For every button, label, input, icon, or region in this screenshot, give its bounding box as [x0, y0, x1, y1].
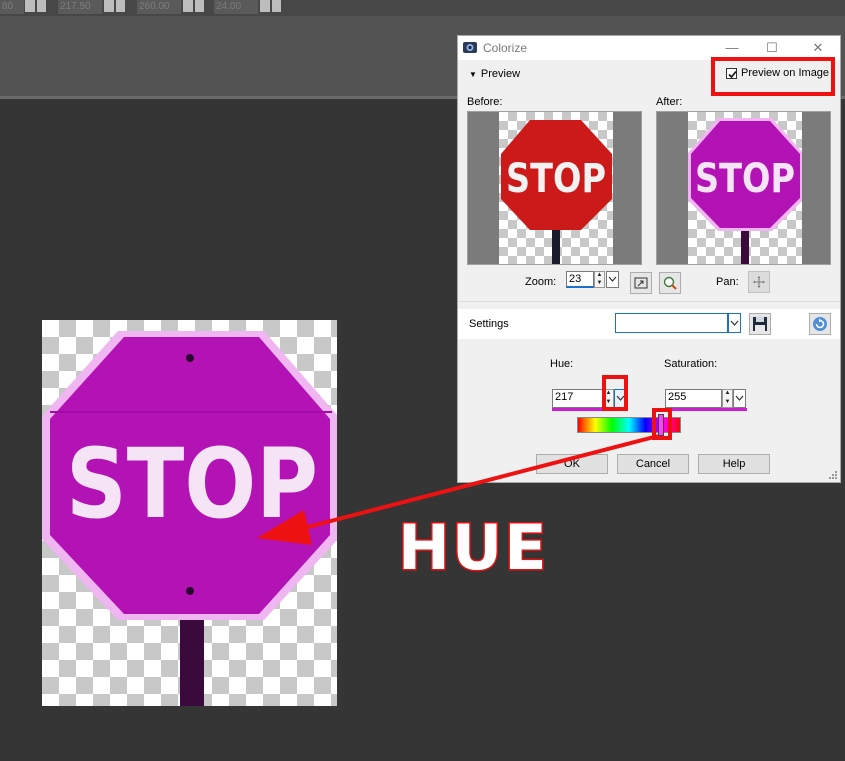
annotation-arrow: [257, 434, 659, 545]
hue-annotation-label: HUE: [397, 511, 549, 584]
